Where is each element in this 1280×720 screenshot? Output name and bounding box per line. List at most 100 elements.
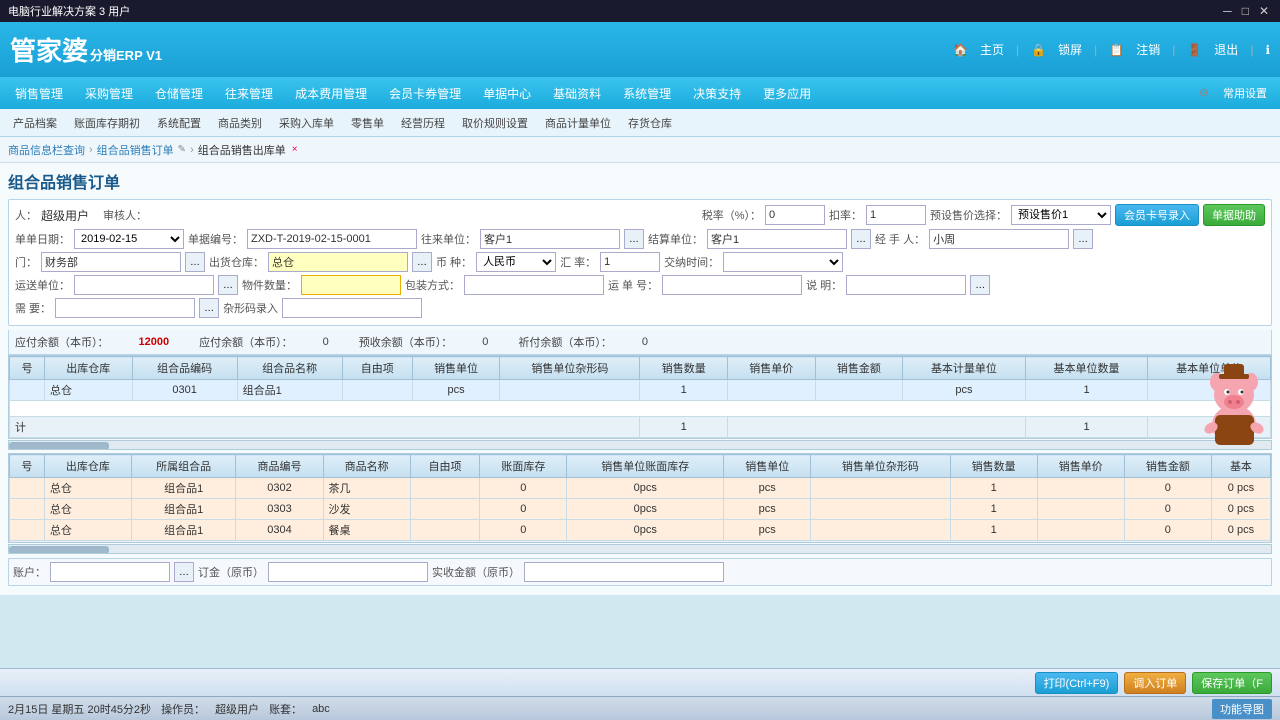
to-unit-btn[interactable]: … (624, 229, 644, 249)
ship-no-input[interactable] (662, 275, 802, 295)
date-input[interactable]: 2019-02-15 (74, 229, 184, 249)
td-barcode (500, 380, 640, 401)
close-button[interactable]: ✕ (1256, 4, 1272, 18)
actual-input[interactable] (524, 562, 724, 582)
subnav-config[interactable]: 系统配置 (149, 112, 209, 134)
subnav-retail[interactable]: 零售单 (343, 112, 392, 134)
td-qty: 1 (640, 380, 728, 401)
header-lock-link[interactable]: 锁屏 (1058, 41, 1082, 58)
print-button[interactable]: 打印(Ctrl+F9) (1035, 672, 1119, 694)
order-input[interactable] (268, 562, 428, 582)
account-btn[interactable]: … (174, 562, 194, 582)
sub-th-unit-stock: 销售单位账面库存 (567, 455, 724, 478)
nav-more[interactable]: 更多应用 (753, 81, 821, 106)
sub-table-row[interactable]: 总仓 组合品1 0303 沙发 0 0pcs pcs 1 0 0 pcs (10, 499, 1271, 520)
td-free (342, 380, 412, 401)
help-button[interactable]: 单据助助 (1203, 204, 1265, 226)
settle-unit-input[interactable] (707, 229, 847, 249)
nav-cost[interactable]: 成本费用管理 (285, 81, 377, 106)
dept-input[interactable] (41, 252, 181, 272)
handler-btn[interactable]: … (1073, 229, 1093, 249)
remark-input[interactable] (846, 275, 966, 295)
nav-contacts[interactable]: 往来管理 (215, 81, 283, 106)
title-tab[interactable]: 电脑行业解决方案 3 用户 (8, 3, 130, 19)
subnav-purchase-in[interactable]: 采购入库单 (271, 112, 342, 134)
sub-th-free: 自由项 (410, 455, 480, 478)
rate-input[interactable] (600, 252, 660, 272)
handler-input[interactable] (929, 229, 1069, 249)
warehouse-btn[interactable]: … (412, 252, 432, 272)
sub-table-hscroll[interactable] (8, 544, 1272, 554)
pack-input[interactable] (464, 275, 604, 295)
settle-unit-btn[interactable]: … (851, 229, 871, 249)
need-input[interactable] (55, 298, 195, 318)
td-warehouse: 总仓 (45, 380, 133, 401)
need-btn[interactable]: … (199, 298, 219, 318)
subnav-inventory[interactable]: 存货仓库 (620, 112, 680, 134)
pre-collect-value: 0 (482, 336, 488, 348)
sub-table-row[interactable]: 总仓 组合品1 0304 餐桌 0 0pcs pcs 1 0 0 pcs (10, 520, 1271, 541)
lock-icon: 🔒 (1031, 43, 1046, 57)
footer-label: 计 (10, 417, 640, 438)
subnav-price-rule[interactable]: 取价规则设置 (454, 112, 536, 134)
warehouse-input[interactable] (268, 252, 408, 272)
price-select[interactable]: 预设售价1 (1011, 205, 1111, 225)
status-account-name: abc (312, 703, 330, 715)
goods-count-input[interactable] (301, 275, 401, 295)
sub-hscroll-thumb[interactable] (9, 546, 109, 554)
nav-orders[interactable]: 单据中心 (473, 81, 541, 106)
maximize-button[interactable]: □ (1239, 4, 1252, 18)
header-exit-link[interactable]: 退出 (1214, 41, 1238, 58)
member-card-button[interactable]: 会员卡号录入 (1115, 204, 1199, 226)
nav-basic[interactable]: 基础资料 (543, 81, 611, 106)
sub-table-row[interactable]: 总仓 组合品1 0302 茶几 0 0pcs pcs 1 0 0 pcs (10, 478, 1271, 499)
main-table-hscroll[interactable] (8, 440, 1272, 450)
tax-input[interactable] (765, 205, 825, 225)
need-label: 需 要： (15, 300, 51, 316)
breadcrumb-close-button[interactable]: × (292, 144, 298, 155)
footer: 打印(Ctrl+F9) 调入订单 保存订单（F (0, 668, 1280, 696)
ship-unit-input[interactable] (74, 275, 214, 295)
breadcrumb-item-2[interactable]: 组合品销售订单 (97, 142, 174, 158)
nav-purchase[interactable]: 采购管理 (75, 81, 143, 106)
save-button[interactable]: 保存订单（F (1192, 672, 1272, 694)
subnav-category[interactable]: 商品类别 (210, 112, 270, 134)
account-input[interactable] (50, 562, 170, 582)
status-help-btn[interactable]: 功能导图 (1212, 699, 1272, 719)
info-icon: ℹ (1265, 43, 1270, 57)
nav-sales[interactable]: 销售管理 (5, 81, 73, 106)
table-row[interactable]: 总仓 0301 组合品1 pcs 1 pcs 1 (10, 380, 1271, 401)
order-num-input[interactable] (247, 229, 417, 249)
breadcrumb-item-1[interactable]: 商品信息栏查询 (8, 142, 85, 158)
subnav-products[interactable]: 产品档案 (5, 112, 65, 134)
remark-label: 说 明： (806, 277, 842, 293)
hscroll-thumb[interactable] (9, 442, 109, 450)
settings-label[interactable]: 常用设置 (1215, 83, 1275, 103)
sub-th-barcode: 销售单位杂形码 (811, 455, 950, 478)
minimize-button[interactable]: ─ (1220, 4, 1235, 18)
currency-select[interactable]: 人民币 (476, 252, 556, 272)
pre-pay-label: 祈付余额（本币）： (518, 334, 612, 350)
barcode-input[interactable] (282, 298, 422, 318)
td-unit: pcs (412, 380, 500, 401)
subnav-history[interactable]: 经营历程 (393, 112, 453, 134)
td-base-qty: 1 (1025, 380, 1148, 401)
nav-warehouse[interactable]: 仓储管理 (145, 81, 213, 106)
th-code: 组合品编码 (132, 357, 237, 380)
to-unit-input[interactable] (480, 229, 620, 249)
ship-unit-btn[interactable]: … (218, 275, 238, 295)
dept-btn[interactable]: … (185, 252, 205, 272)
header-logout-link[interactable]: 注销 (1136, 41, 1160, 58)
subnav-unit[interactable]: 商品计量单位 (537, 112, 619, 134)
subnav-stock-init[interactable]: 账面库存期初 (66, 112, 148, 134)
nav-member[interactable]: 会员卡券管理 (379, 81, 471, 106)
sub-th-unit: 销售单位 (724, 455, 811, 478)
main-table-header-row: 号 出库仓库 组合品编码 组合品名称 自由项 销售单位 销售单位杂形码 销售数量… (10, 357, 1271, 380)
discount-input[interactable] (866, 205, 926, 225)
exchange-time-select[interactable] (723, 252, 843, 272)
remark-btn[interactable]: … (970, 275, 990, 295)
import-button[interactable]: 调入订单 (1124, 672, 1186, 694)
nav-system[interactable]: 系统管理 (613, 81, 681, 106)
nav-decision[interactable]: 决策支持 (683, 81, 751, 106)
header-home-link[interactable]: 主页 (980, 41, 1004, 58)
